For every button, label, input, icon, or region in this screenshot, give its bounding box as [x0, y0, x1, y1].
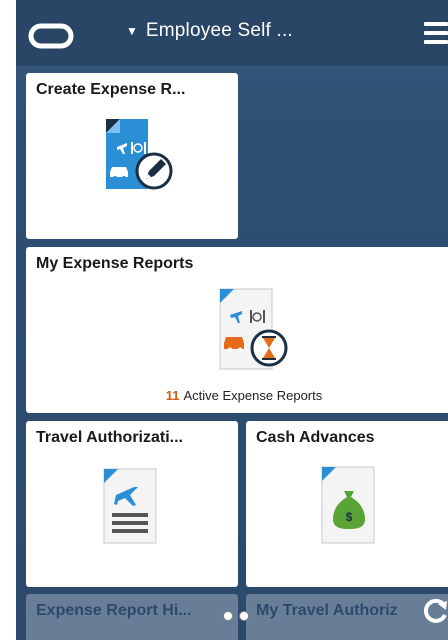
tile-travel-authorization[interactable]: Travel Authorizati...: [26, 421, 238, 587]
count-number: 11: [165, 388, 180, 403]
tile-title: Travel Authorizati...: [36, 429, 183, 446]
header-bar: ▼ Employee Self ...: [16, 0, 448, 66]
tile-title: My Travel Authoriz: [256, 602, 398, 619]
expense-report-edit-icon: [106, 119, 173, 190]
app-area: ▼ Employee Self ... Create Expense R...: [16, 0, 448, 640]
tile-title: My Expense Reports: [36, 255, 194, 272]
active-reports-count: 11 Active Expense Reports: [26, 388, 448, 403]
tile-title: Cash Advances: [256, 429, 375, 446]
oracle-logo-icon[interactable]: [28, 21, 74, 51]
expense-report-pending-icon: [219, 288, 288, 370]
tile-title: Create Expense R...: [36, 81, 186, 98]
svg-text:$: $: [346, 510, 353, 524]
page-indicator-dot-1[interactable]: [223, 611, 233, 621]
caret-down-icon: ▼: [126, 24, 138, 38]
tile-cash-advances[interactable]: Cash Advances $: [246, 421, 448, 587]
hamburger-menu-icon[interactable]: [424, 22, 448, 44]
tile-title: Expense Report Hi...: [36, 602, 192, 619]
money-bag-document-icon: $: [321, 466, 375, 544]
tile-create-expense-report[interactable]: Create Expense R...: [26, 73, 238, 239]
tile-my-travel-authorizations[interactable]: My Travel Authoriz: [246, 594, 448, 640]
left-edge-strip: [0, 0, 16, 640]
homepage-selector[interactable]: ▼ Employee Self ...: [126, 20, 293, 42]
tile-expense-report-history[interactable]: Expense Report Hi...: [26, 594, 238, 640]
count-label: Active Expense Reports: [183, 388, 323, 403]
travel-document-icon: [103, 468, 157, 544]
page-indicator-dot-2[interactable]: [239, 611, 249, 621]
page-title: Employee Self ...: [145, 20, 293, 41]
refresh-icon[interactable]: [422, 596, 448, 626]
tile-my-expense-reports[interactable]: My Expense Reports 11 Active Expense Repo…: [26, 247, 448, 413]
